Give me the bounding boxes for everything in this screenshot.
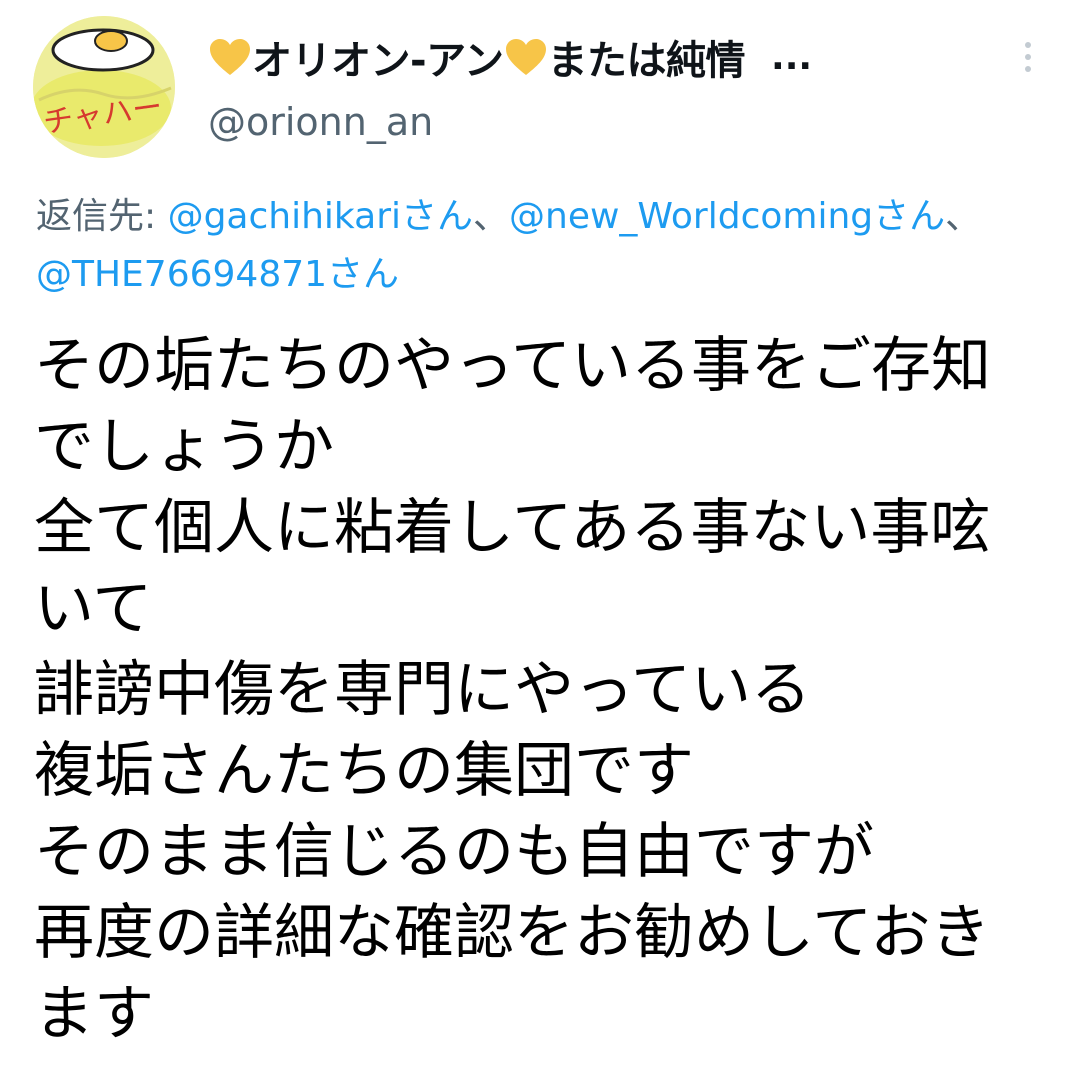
mention-link[interactable]: @THE76694871さん [36,254,399,295]
user-handle[interactable]: @orionn_an [208,100,433,144]
tweet-text-line: そのまま信じるのも自由ですが [34,817,874,887]
name-truncation: ... [771,36,813,78]
display-name-part-1: オリオン-アン [252,38,504,84]
tweet-text-line: 全て個人に粘着してある事ない事呟 [34,493,991,563]
tweet-text-line: 再度の詳細な確認をお勧めしておき [34,898,991,968]
display-name-part-2: または純情 [547,38,746,84]
tweet-text-line: いて [34,574,153,644]
tweet-text: その垢たちのやっている事をご存知 でしょうか 全て個人に粘着してある事ない事呟 … [34,326,1049,1055]
more-icon[interactable] [1008,38,1048,82]
avatar[interactable]: チャハー [33,16,175,158]
mention-separator: 、 [945,196,982,237]
tweet-text-line: 誹謗中傷を専門にやっている [34,655,811,725]
tweet: チャハー オリオン-アン または純情 ... @orionn_an 返信先: @… [0,0,1078,1076]
tweet-text-line: 複垢さんたちの集団です [34,736,694,806]
yellow-heart-icon [210,39,250,75]
tweet-text-line: でしょうか [34,412,334,482]
mention-separator: 、 [473,196,510,237]
display-name-row[interactable]: オリオン-アン または純情 ... [208,26,812,88]
mention-link[interactable]: @new_Worldcomingさん [509,196,945,237]
tweet-text-line: その垢たちのやっている事をご存知 [34,331,991,401]
yellow-heart-icon [505,39,546,75]
reply-to: 返信先: @gachihikariさん、@new_Worldcomingさん、@… [36,188,1046,304]
mention-link[interactable]: @gachihikariさん [168,196,473,237]
reply-prefix: 返信先: [36,196,168,237]
tweet-text-line: ます [34,979,154,1049]
avatar-image: チャハー [33,16,175,158]
